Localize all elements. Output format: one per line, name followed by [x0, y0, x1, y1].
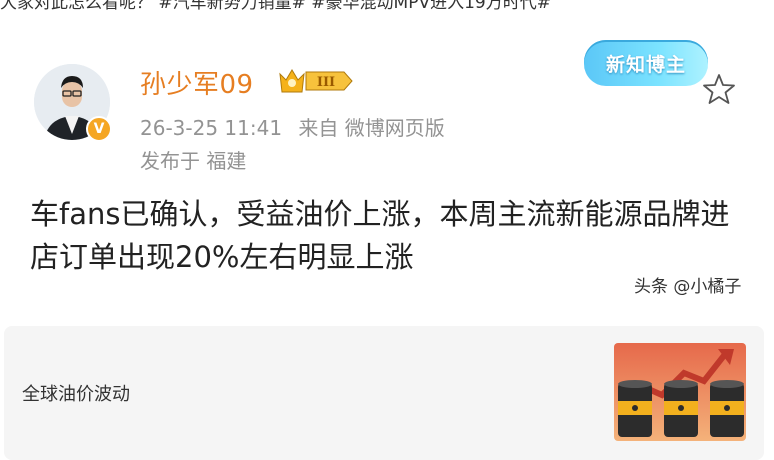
post-location: 发布于 福建	[140, 149, 247, 173]
level-badge-text: III	[317, 75, 335, 90]
oil-barrels-image	[614, 343, 746, 441]
author-name[interactable]: 孙少军09	[140, 64, 254, 101]
source-watermark: 头条 @小橘子	[634, 277, 742, 297]
post-date[interactable]: 26-3-25 11:41	[140, 116, 282, 140]
verified-badge-icon: V	[86, 116, 112, 142]
post-source: 来自 微博网页版	[298, 116, 445, 140]
post-meta: 26-3-25 11:41 来自 微博网页版	[140, 112, 455, 141]
post-text: 车fans已确认，受益油价上涨，本周主流新能源品牌进店订单出现20%左右明显上涨	[30, 197, 730, 274]
favorite-star-icon[interactable]	[702, 72, 736, 106]
previous-post-snippet: 大家对此怎么看呢？ #汽车新势力销量# #豪华混动MPV进入19万时代#	[0, 0, 551, 12]
link-card-title[interactable]: 全球油价波动	[22, 380, 130, 406]
level-crown-icon[interactable]: III	[276, 66, 356, 96]
link-card-thumbnail[interactable]	[614, 343, 746, 441]
newcomer-blogger-badge[interactable]: 新知博主	[584, 40, 708, 86]
